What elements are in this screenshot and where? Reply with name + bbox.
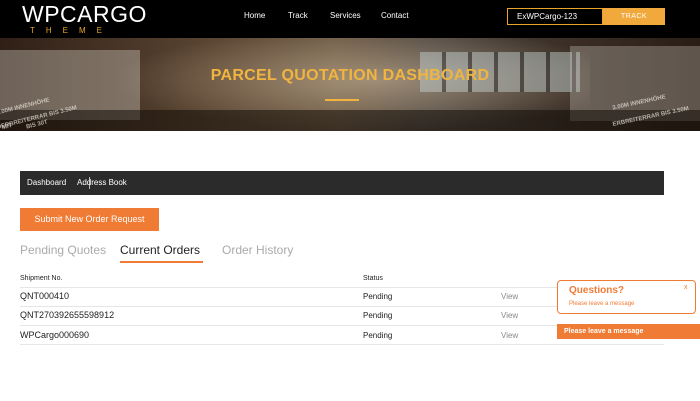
chat-title: Questions? <box>569 285 625 296</box>
subnav-dashboard-link[interactable]: Dashboard <box>27 171 66 195</box>
shipment-number: QNT270392655598912 <box>20 310 115 320</box>
view-link[interactable]: View <box>501 311 518 320</box>
dashboard-subnav: Dashboard Address Book <box>20 171 664 195</box>
column-header-status: Status <box>363 275 383 282</box>
chat-popup[interactable]: Questions? Please leave a message x <box>557 280 696 314</box>
track-button[interactable]: TRACK <box>603 8 665 25</box>
status-value: Pending <box>363 331 393 340</box>
status-value: Pending <box>363 292 393 301</box>
shipment-number: WPCargo000690 <box>20 330 90 340</box>
view-link[interactable]: View <box>501 331 518 340</box>
page-title: PARCEL QUOTATION DASHBOARD <box>210 67 490 84</box>
nav-track-link[interactable]: Track <box>288 11 308 20</box>
tracking-number-input[interactable]: ExWPCargo-123 <box>507 8 603 25</box>
tab-pending-quotes[interactable]: Pending Quotes <box>20 243 106 257</box>
active-tab-indicator <box>120 261 203 263</box>
hero-road-shadow <box>0 110 700 131</box>
title-underline <box>325 99 359 101</box>
chat-subtitle: Please leave a message <box>569 301 635 307</box>
shipment-number: QNT000410 <box>20 291 70 301</box>
close-icon[interactable]: x <box>684 284 688 291</box>
top-navigation-bar: WPCARGO THEME Home Track Services Contac… <box>0 0 700 38</box>
logo-tagline: THEME <box>30 26 113 35</box>
nav-contact-link[interactable]: Contact <box>381 11 409 20</box>
hero-banner: 9.00M INNENHÖHE DERBREITERRAR BIS 3.50M … <box>0 38 700 131</box>
table-divider <box>20 344 664 345</box>
status-value: Pending <box>363 311 393 320</box>
tab-current-orders[interactable]: Current Orders <box>120 243 200 257</box>
nav-home-link[interactable]: Home <box>244 11 265 20</box>
tab-order-history[interactable]: Order History <box>222 243 293 257</box>
leave-message-button[interactable]: Please leave a message <box>557 324 700 339</box>
submit-new-order-button[interactable]: Submit New Order Request <box>20 208 159 231</box>
logo-wordmark: WPCARGO <box>22 1 147 27</box>
view-link[interactable]: View <box>501 292 518 301</box>
site-logo[interactable]: WPCARGO THEME <box>22 2 147 36</box>
column-header-shipment: Shipment No. <box>20 275 63 282</box>
subnav-address-book-link[interactable]: Address Book <box>77 171 127 195</box>
nav-services-link[interactable]: Services <box>330 11 361 20</box>
